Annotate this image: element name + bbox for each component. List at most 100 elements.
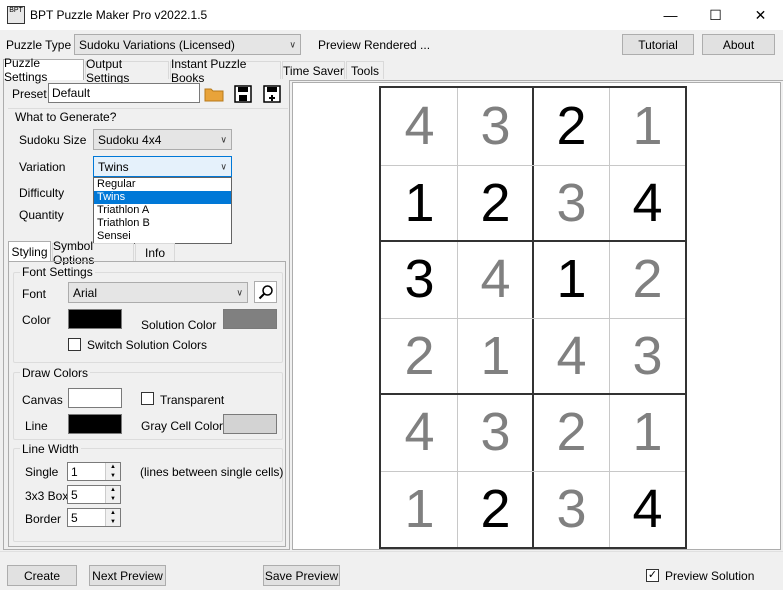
spin-down-icon[interactable]: ▼ [106,494,120,503]
create-button[interactable]: Create [7,565,77,586]
spin-down-icon[interactable]: ▼ [106,471,120,480]
chevron-down-icon: ∨ [220,161,227,171]
tab-time-saver[interactable]: Time Saver [282,61,345,79]
canvas-label: Canvas [22,393,63,407]
dropdown-option-twins[interactable]: Twins [94,191,231,204]
transparent-label: Transparent [160,393,225,407]
sudoku-cell: 1 [404,172,435,233]
sudoku-cell: 1 [632,96,663,157]
sudoku-cell: 3 [632,325,663,386]
color-label: Color [22,313,51,327]
subtab-symbol-options[interactable]: Symbol Options [52,239,134,267]
draw-colors-title: Draw Colors [20,366,91,380]
switch-solution-colors-label: Switch Solution Colors [87,338,208,352]
next-preview-button[interactable]: Next Preview [89,565,166,586]
generate-divider [8,108,288,109]
window-title: BPT Puzzle Maker Pro v2022.1.5 [30,8,208,22]
sudoku-cell: 2 [404,325,435,386]
dropdown-option-triathlon-a[interactable]: Triathlon A [94,204,231,217]
preview-solution-label: Preview Solution [665,569,755,583]
subtab-info[interactable]: Info [135,243,175,261]
save-preview-button[interactable]: Save Preview [263,565,340,586]
sudoku-cell: 4 [632,478,663,539]
chevron-down-icon: ∨ [220,134,227,144]
spin-down-icon[interactable]: ▼ [106,517,120,526]
sudoku-size-label: Sudoku Size [19,133,87,147]
spin-up-icon[interactable]: ▲ [106,463,120,472]
sudoku-cell: 1 [480,325,511,386]
sudoku-cell: 2 [556,96,587,157]
sudoku-cell: 3 [556,172,587,233]
save-icon[interactable] [232,83,254,105]
sudoku-cell: 1 [556,249,587,310]
preset-label: Preset [12,87,47,101]
line-color-swatch[interactable] [68,414,122,434]
tutorial-button[interactable]: Tutorial [622,34,694,55]
subtab-styling[interactable]: Styling [8,241,51,262]
tab-tools[interactable]: Tools [346,61,384,79]
sudoku-cell: 2 [480,172,511,233]
sudoku-cell: 4 [404,402,435,463]
sudoku-preview-grid: 432112343412214343211234 [379,86,687,549]
puzzle-type-label: Puzzle Type [6,38,72,52]
line-width-title: Line Width [20,442,81,456]
about-button[interactable]: About [702,34,775,55]
variation-select[interactable]: Twins ∨ [93,156,232,177]
single-width-stepper[interactable]: 1 ▲ ▼ [67,462,121,481]
switch-solution-colors-checkbox[interactable] [68,338,81,351]
solution-color-swatch[interactable] [223,309,277,329]
canvas-color-swatch[interactable] [68,388,122,408]
spin-up-icon[interactable]: ▲ [106,509,120,518]
sudoku-cell: 4 [632,172,663,233]
sudoku-cell: 2 [480,478,511,539]
minimize-button[interactable]: — [648,0,693,30]
close-button[interactable]: ✕ [738,0,783,30]
sudoku-cell: 3 [404,249,435,310]
status-text: Preview Rendered ... [318,38,431,52]
app-icon: BPT [7,6,25,24]
sudoku-cell: 4 [404,96,435,157]
tab-output-settings[interactable]: Output Settings [85,57,169,85]
solution-color-label: Solution Color [141,318,217,332]
single-width-label: Single [25,465,59,479]
font-label: Font [22,287,47,301]
sudoku-size-select[interactable]: Sudoku 4x4 ∨ [93,129,232,150]
sudoku-cell: 1 [404,478,435,539]
check-icon: ✓ [647,569,658,581]
dropdown-option-regular[interactable]: Regular [94,178,231,191]
tab-puzzle-settings[interactable]: Puzzle Settings [3,56,84,84]
variation-label: Variation [19,160,66,174]
chevron-down-icon: ∨ [289,39,296,49]
puzzle-type-select[interactable]: Sudoku Variations (Licensed) ∨ [74,34,301,55]
folder-icon[interactable] [203,83,225,105]
sudoku-cell: 2 [632,249,663,310]
generate-title: What to Generate? [13,110,119,124]
sudoku-cell: 3 [480,96,511,157]
gray-cell-color-label: Gray Cell Color [141,419,224,433]
font-color-swatch[interactable] [68,309,122,329]
footer-divider [0,551,783,552]
sudoku-cell: 3 [480,402,511,463]
dropdown-option-triathlon-b[interactable]: Triathlon B [94,217,231,230]
preset-input[interactable]: Default [48,83,200,103]
tab-instant-puzzle-books[interactable]: Instant Puzzle Books [170,57,281,85]
sudoku-cell: 1 [632,402,663,463]
transparent-checkbox[interactable] [141,392,154,405]
preview-solution-checkbox[interactable]: ✓ [646,569,659,582]
font-settings-title: Font Settings [20,265,95,279]
save-as-icon[interactable] [261,83,283,105]
chevron-down-icon: ∨ [236,287,243,297]
border-width-stepper[interactable]: 5 ▲ ▼ [67,508,121,527]
spin-up-icon[interactable]: ▲ [106,486,120,495]
sudoku-cell: 2 [556,402,587,463]
gray-cell-color-swatch[interactable] [223,414,277,434]
sudoku-cell: 4 [556,325,587,386]
maximize-button[interactable]: ☐ [693,0,738,30]
border-width-label: Border [25,512,62,526]
difficulty-label: Difficulty [19,186,65,200]
variation-dropdown-list: Regular Twins Triathlon A Triathlon B Se… [93,177,232,244]
box-width-stepper[interactable]: 5 ▲ ▼ [67,485,121,504]
font-select[interactable]: Arial ∨ [68,282,248,303]
font-search-button[interactable] [254,281,277,303]
tab-divider [290,80,783,81]
